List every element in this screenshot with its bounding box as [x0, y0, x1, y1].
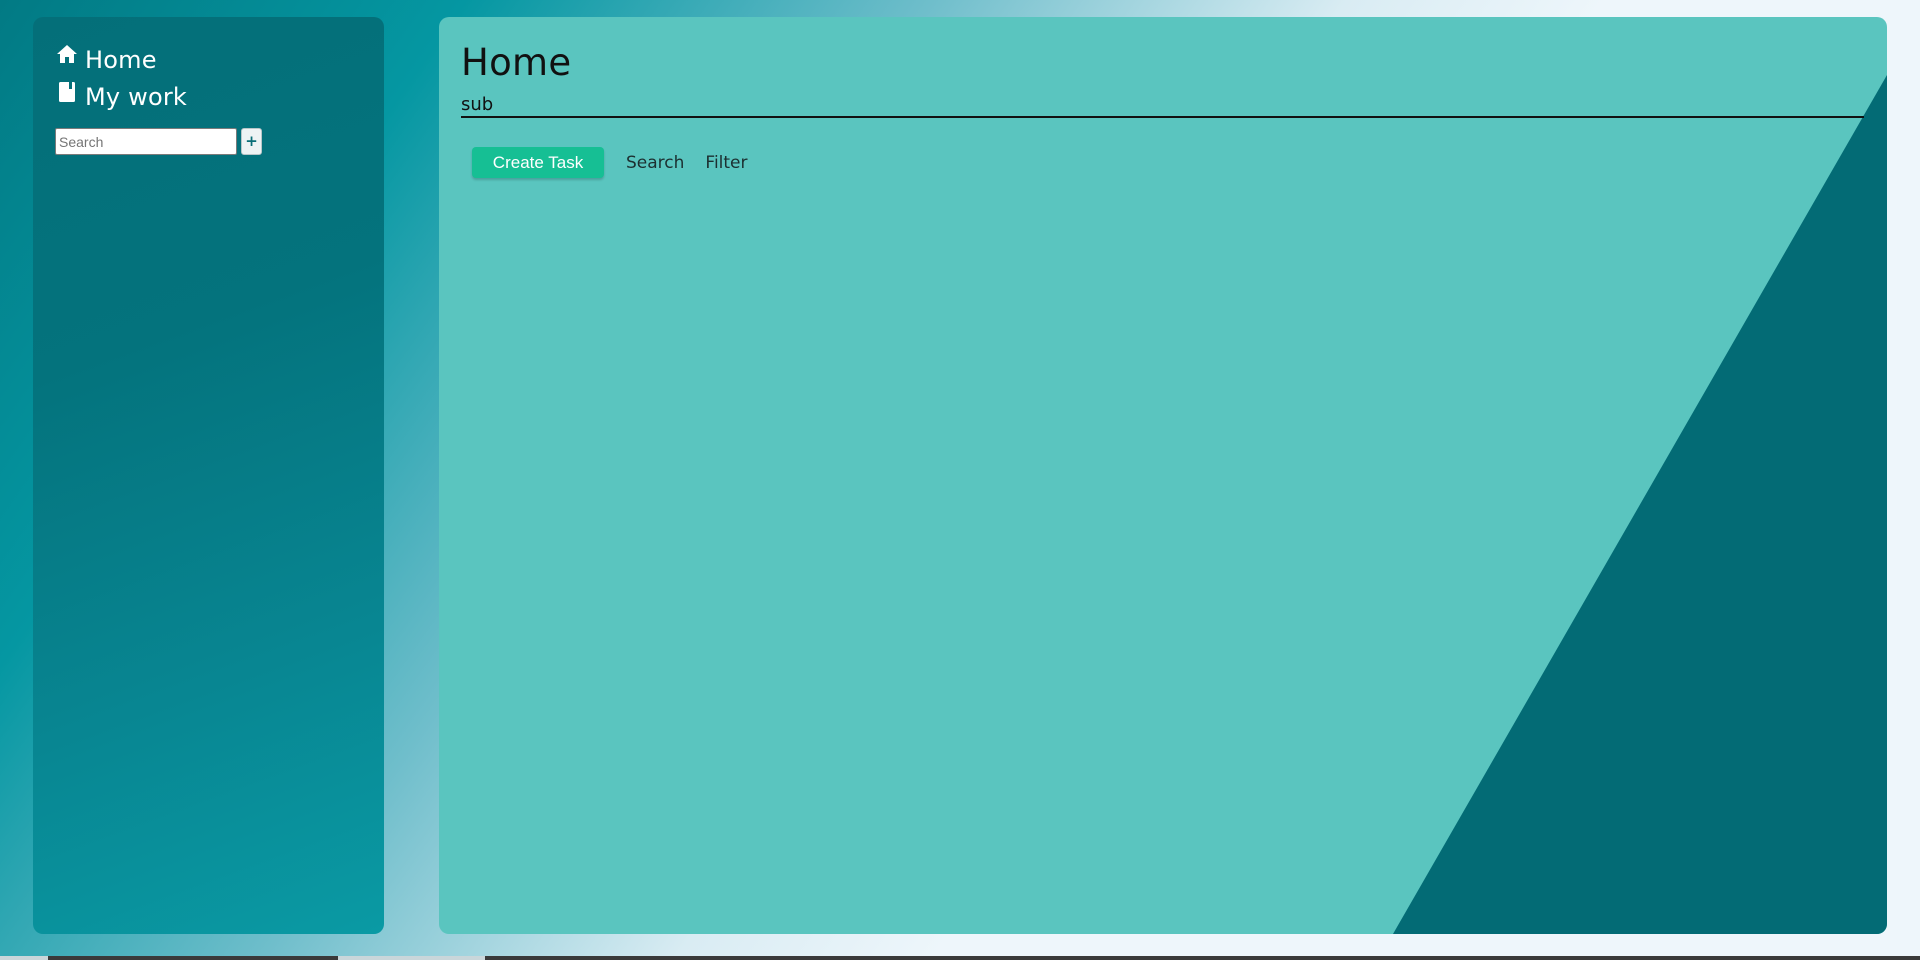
book-icon — [55, 81, 79, 105]
subtitle-field[interactable] — [461, 93, 1864, 118]
sidebar-item-label: Home — [85, 45, 157, 74]
sidebar-item-label: My work — [85, 82, 188, 111]
bottom-strip-segment — [48, 956, 338, 960]
page-title: Home — [461, 41, 572, 84]
filter-button[interactable]: Filter — [705, 153, 747, 173]
sidebar: Home My work + — [33, 17, 384, 934]
add-button[interactable]: + — [241, 128, 262, 155]
bottom-strip-segment — [485, 956, 1920, 960]
sidebar-search: + — [55, 128, 384, 155]
sidebar-item-my-work[interactable]: My work — [55, 78, 384, 115]
create-task-button[interactable]: Create Task — [472, 147, 604, 178]
home-icon — [55, 44, 79, 68]
action-bar: Create Task Search Filter — [472, 147, 748, 178]
main-panel: Home Create Task Search Filter — [439, 17, 1887, 934]
search-input[interactable] — [55, 128, 237, 155]
sidebar-item-home[interactable]: Home — [55, 41, 384, 78]
search-button[interactable]: Search — [626, 153, 684, 173]
bottom-strip — [0, 956, 1920, 960]
